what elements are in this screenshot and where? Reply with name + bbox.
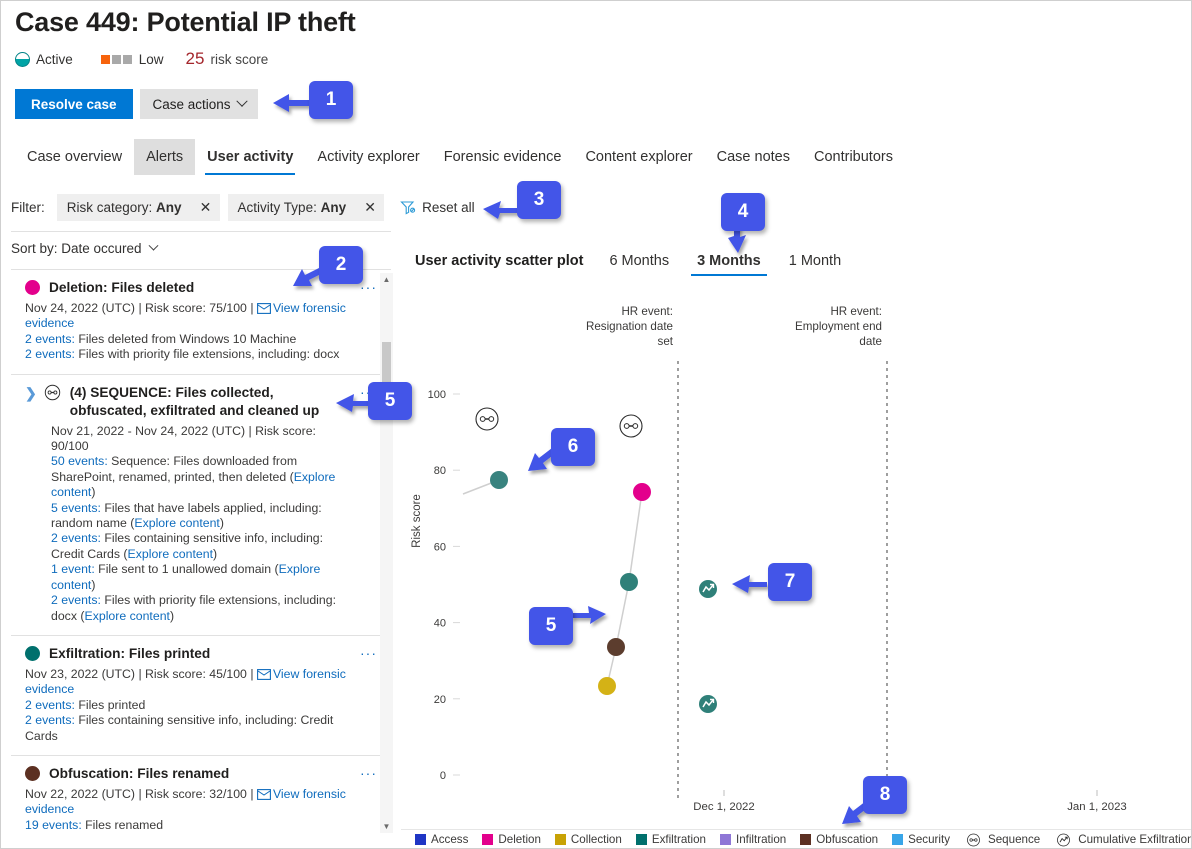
callout-badge-5a: 5: [368, 382, 412, 420]
callout-badge-8: 8: [863, 776, 907, 814]
callout-badge-4: 4: [721, 193, 765, 231]
callout-number: 7: [785, 571, 796, 593]
callout-arrows: [1, 1, 1192, 849]
callout-badge-2: 2: [319, 246, 363, 284]
callout-number: 5: [546, 615, 557, 637]
callout-number: 2: [336, 254, 347, 276]
callout-number: 6: [568, 436, 579, 458]
app-window: Case 449: Potential IP theft Active Low …: [0, 0, 1192, 849]
callout-badge-5b: 5: [529, 607, 573, 645]
callout-badge-3: 3: [517, 181, 561, 219]
callout-badge-1: 1: [309, 81, 353, 119]
callout-badge-7: 7: [768, 563, 812, 601]
callout-number: 1: [326, 89, 337, 111]
callout-number: 8: [880, 784, 891, 806]
callout-badge-6: 6: [551, 428, 595, 466]
callout-number: 4: [738, 201, 749, 223]
callout-number: 3: [534, 189, 545, 211]
callout-number: 5: [385, 390, 396, 412]
